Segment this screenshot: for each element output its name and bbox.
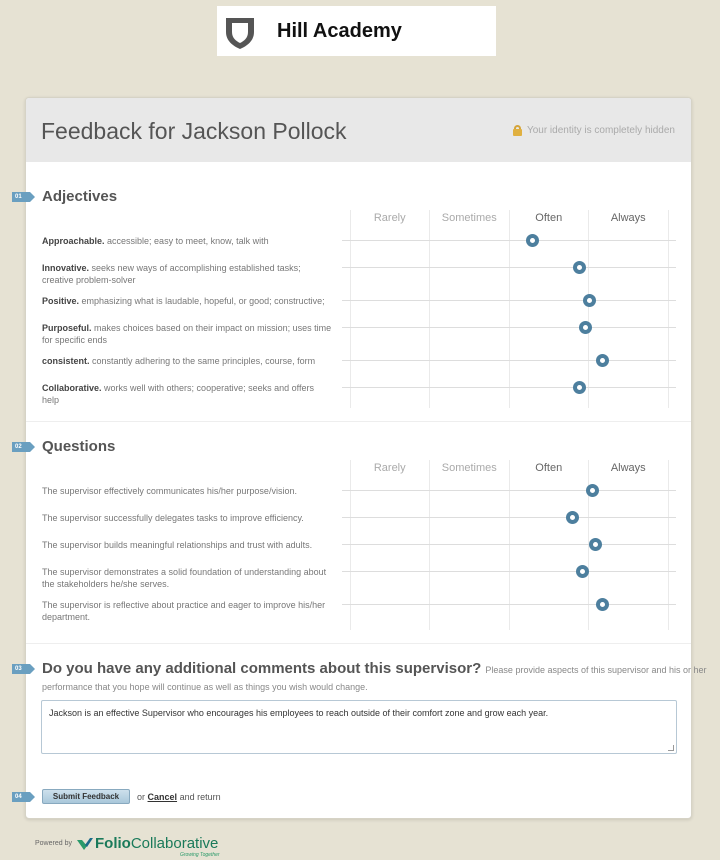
cancel-line: or Cancel and return xyxy=(137,792,221,802)
question-label: The supervisor effectively communicates … xyxy=(42,486,297,496)
submit-feedback-button[interactable]: Submit Feedback xyxy=(42,789,130,804)
slider-handle[interactable] xyxy=(572,261,586,274)
adjective-label: Approachable. accessible; easy to meet, … xyxy=(42,236,269,246)
slider-handle[interactable] xyxy=(586,484,599,497)
section-divider xyxy=(26,421,691,422)
section-divider xyxy=(26,643,691,644)
lock-icon xyxy=(512,125,522,136)
scale-always: Always xyxy=(610,212,646,224)
rating-slider-innovative[interactable] xyxy=(342,261,676,274)
identity-text: Your identity is completely hidden xyxy=(526,125,675,136)
brand-name: Hill Academy xyxy=(277,20,402,42)
resize-handle-icon[interactable] xyxy=(668,745,674,751)
rating-slider-collaborative[interactable] xyxy=(342,381,676,394)
slider-handle[interactable] xyxy=(596,598,610,611)
adjective-label: Positive. emphasizing what is laudable, … xyxy=(42,296,325,306)
slider-handle[interactable] xyxy=(525,234,539,247)
rating-slider-question-4[interactable] xyxy=(342,565,676,578)
adjective-label: Collaborative. works well with others; c… xyxy=(42,383,314,405)
step-badge-01: 01 xyxy=(12,192,35,202)
scale-always: Always xyxy=(610,462,646,474)
section-title-adjectives: Adjectives xyxy=(42,188,118,205)
slider-handle[interactable] xyxy=(589,538,603,551)
rating-slider-consistent[interactable] xyxy=(342,354,676,367)
slider-handle[interactable] xyxy=(579,321,593,334)
scale-often: Often xyxy=(535,462,563,474)
card-header: Feedback for Jackson Pollock Your identi… xyxy=(26,98,691,162)
rating-slider-question-5[interactable] xyxy=(342,598,676,611)
adjective-label: consistent. constantly adhering to the s… xyxy=(42,356,316,366)
folio-check-icon xyxy=(77,838,93,850)
slider-handle[interactable] xyxy=(582,294,596,307)
section-title-questions: Questions xyxy=(42,438,116,455)
folio-collaborative-logo: FolioCollaborative xyxy=(95,835,219,852)
rating-slider-question-1[interactable] xyxy=(342,484,676,497)
rating-slider-purposeful[interactable] xyxy=(342,321,676,334)
cancel-link[interactable]: Cancel xyxy=(148,792,178,802)
rating-slider-question-2[interactable] xyxy=(342,511,676,524)
step-badge-04: 04 xyxy=(12,792,35,802)
page-title: Feedback for Jackson Pollock xyxy=(41,118,347,144)
comments-hint-line-2: performance that you hope will continue … xyxy=(42,682,368,692)
step-badge-02: 02 xyxy=(12,442,35,452)
feedback-card: Feedback for Jackson Pollock Your identi… xyxy=(12,97,707,819)
scale-rarely: Rarely xyxy=(373,212,406,224)
question-label: The supervisor is reflective about pract… xyxy=(42,600,326,622)
comments-title: Do you have any additional comments abou… xyxy=(42,660,707,677)
slider-handle[interactable] xyxy=(575,565,589,578)
rating-slider-question-3[interactable] xyxy=(342,538,676,551)
scale-often: Often xyxy=(535,212,563,224)
slider-handle[interactable] xyxy=(596,354,610,367)
slider-handle[interactable] xyxy=(565,511,579,524)
brand-logo-box: Hill Academy xyxy=(217,6,496,56)
question-label: The supervisor successfully delegates ta… xyxy=(42,513,304,523)
adjective-label: Innovative. seeks new ways of accomplish… xyxy=(42,263,301,285)
scale-sometimes: Sometimes xyxy=(441,212,497,224)
scale-sometimes: Sometimes xyxy=(441,462,497,474)
slider-handle[interactable] xyxy=(572,381,586,394)
shield-icon xyxy=(226,18,254,49)
comments-value: Jackson is an effective Supervisor who e… xyxy=(49,708,549,718)
comments-textarea[interactable]: Jackson is an effective Supervisor who e… xyxy=(41,700,677,754)
identity-note: Your identity is completely hidden xyxy=(512,125,675,136)
rating-slider-approachable[interactable] xyxy=(342,234,676,247)
question-label: The supervisor builds meaningful relatio… xyxy=(42,540,313,550)
adjective-label: Purposeful. makes choices based on their… xyxy=(42,323,332,345)
question-label: The supervisor demonstrates a solid foun… xyxy=(42,567,327,589)
comments-hint: Please provide aspects of this superviso… xyxy=(485,665,707,675)
folio-tagline: Growing Together xyxy=(180,852,220,858)
scale-rarely: Rarely xyxy=(373,462,406,474)
step-badge-03: 03 xyxy=(12,664,35,674)
rating-slider-positive[interactable] xyxy=(342,294,676,307)
powered-by-label: Powered by xyxy=(35,840,72,847)
